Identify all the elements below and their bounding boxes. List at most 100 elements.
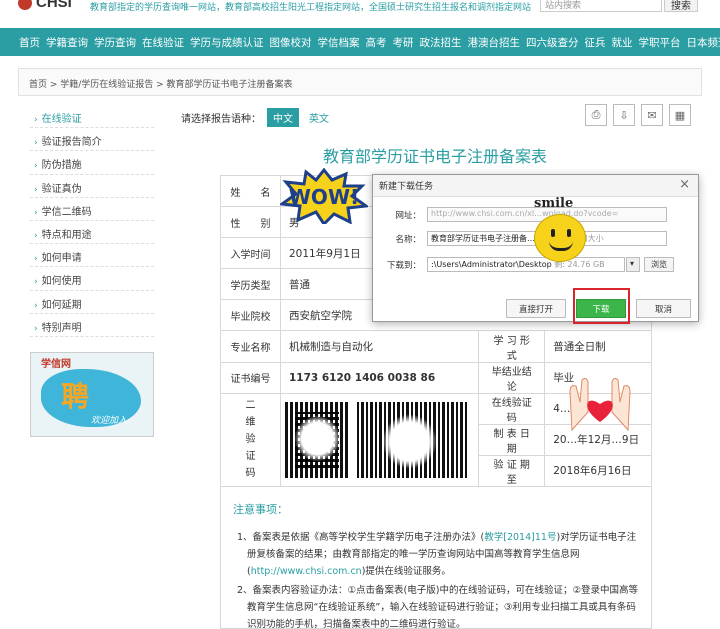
sidebar-item[interactable]: › 特点和用途	[30, 221, 154, 245]
nav-item[interactable]: 高考	[366, 35, 387, 50]
expire-label: 验 证 期 至	[478, 454, 546, 488]
open-button[interactable]: 直接打开	[506, 299, 566, 318]
cert-label: 证书编号	[220, 361, 281, 394]
chevron-right-icon: ›	[34, 254, 38, 265]
nav-item[interactable]: 考研	[393, 35, 414, 50]
dialog-url-row: 网址： http://www.chsi.com.cn/xl…wnload.do?…	[379, 207, 667, 222]
form-value: 普通全日制	[544, 330, 652, 363]
lang-zh-button[interactable]: 中文	[267, 108, 299, 127]
cancel-button[interactable]: 取消	[636, 299, 691, 318]
heart-icon	[587, 400, 613, 422]
sidebar-item-label: 防伪措施	[41, 160, 82, 172]
close-icon[interactable]: ×	[679, 177, 690, 192]
sidebar-item[interactable]: › 特别声明	[30, 314, 154, 337]
cert-value: 1173 6120 1406 0038 86	[279, 361, 480, 394]
nav-item[interactable]: 就业	[612, 35, 633, 50]
grad-label: 毕结业结论	[478, 361, 546, 394]
sidebar-item[interactable]: › 如何延期	[30, 291, 154, 314]
wow-text: WOW!	[289, 185, 359, 209]
notes-heading: 注意事项：	[233, 503, 288, 516]
sidebar-item-label: 在线验证	[41, 114, 82, 125]
dialog-dir-row: 下载到： :\Users\Administrator\Desktop 剩: 24…	[379, 257, 674, 272]
breadcrumb: 首页 > 学籍/学历在线验证报告 > 教育部学历证书电子注册备案表	[18, 68, 702, 96]
nav-item[interactable]: 政法招生	[420, 35, 462, 50]
sidebar-item[interactable]: › 学信二维码	[30, 198, 154, 221]
browse-button[interactable]: 浏览	[644, 257, 674, 272]
site-search-input[interactable]: 站内搜索	[540, 0, 662, 12]
download-icon[interactable]: ⇩	[613, 104, 635, 126]
nav-item[interactable]: 港澳台招生	[468, 35, 521, 50]
form-label: 学 习 形 式	[478, 330, 546, 363]
nav-item[interactable]: 学职平台	[639, 35, 681, 50]
enroll-label: 入学时间	[220, 237, 281, 270]
sidebar-item-label: 验证真伪	[41, 183, 82, 195]
nav-item[interactable]: 学籍查询	[46, 35, 88, 50]
sidebar-item[interactable]: › 验证报告简介	[30, 128, 154, 152]
dir-dropdown-icon[interactable]: ▾	[626, 257, 640, 272]
type-label: 学历类型	[220, 268, 281, 301]
filename-label: 名称：	[395, 234, 421, 245]
nav-item[interactable]: 学历查询	[94, 35, 136, 50]
nav-item[interactable]: 首页	[19, 35, 40, 50]
language-label: 请选择报告语种：	[181, 114, 261, 125]
qrcode-image[interactable]	[285, 401, 349, 478]
nav-item[interactable]: 学信档案	[318, 35, 360, 50]
expire-value: 2018年6月16日	[544, 454, 652, 488]
nav-item[interactable]: 日本频道	[687, 35, 720, 50]
smiley-right-eye	[567, 229, 571, 237]
chevron-right-icon: ›	[34, 277, 38, 288]
main-nav: 首页 学籍查询 学历查询 在线验证 学历与成绩认证 图像校对 学信档案 高考 考研 政法招生 港澳台…	[0, 28, 720, 56]
chevron-right-icon: ›	[34, 184, 38, 195]
sidebar-item[interactable]: › 验证真伪	[30, 175, 154, 198]
mail-icon[interactable]: ✉	[641, 104, 663, 126]
sidebar-item-label: 特别声明	[41, 322, 82, 334]
nav-item[interactable]: 征兵	[585, 35, 606, 50]
smile-text: smile	[534, 196, 574, 211]
sidebar-item[interactable]: › 如何申请	[30, 244, 154, 268]
dialog-title: 新建下载任务	[379, 182, 434, 192]
smiley-face-icon	[534, 214, 586, 262]
heart-hands-sticker	[569, 377, 631, 432]
site-search-button[interactable]: 搜索	[664, 0, 698, 12]
site-logo[interactable]: CHSI	[18, 0, 72, 11]
qr-label: 二 维 验 证 码	[220, 392, 281, 488]
dir-field[interactable]: :\Users\Administrator\Desktop 剩: 24.76 G…	[427, 257, 625, 272]
chevron-right-icon: ›	[34, 207, 38, 218]
sidebar-item-label: 验证报告简介	[41, 137, 102, 149]
note-1a: 1、备案表是依据《高等学校学生学籍学历电子注册办法》(	[237, 532, 485, 543]
recruit-banner[interactable]: 学信网 聘 欢迎加入	[30, 352, 154, 437]
logo-text: CHSI	[36, 0, 72, 11]
barcode-image	[357, 401, 467, 478]
note-1: 1、备案表是依据《高等学校学生学籍学历电子注册办法》(教学[2014]11号)对…	[237, 529, 639, 580]
nav-item[interactable]: 四六级查分	[526, 35, 579, 50]
nav-item[interactable]: 在线验证	[142, 35, 184, 50]
url-label: 网址：	[395, 210, 421, 221]
school-label: 毕业院校	[220, 299, 281, 332]
sidebar-item[interactable]: › 在线验证	[30, 105, 154, 129]
report-tools: ⎙ ⇩ ✉ ▦	[585, 104, 691, 126]
dir-label: 下载到：	[386, 260, 421, 271]
major-label: 专业名称	[220, 330, 281, 363]
dialog-name-row: 名称： 教育部学历证书电子注册备… PDF文档 未知大小	[379, 231, 667, 246]
nav-item[interactable]: 图像校对	[270, 35, 312, 50]
sidebar-item-label: 特点和用途	[41, 229, 92, 241]
made-label: 制 表 日 期	[478, 423, 546, 456]
verify-label: 在线验证码	[478, 392, 546, 425]
banner-headline: 聘	[61, 380, 90, 413]
sidebar-item[interactable]: › 防伪措施	[30, 151, 154, 175]
nav-item[interactable]: 学历与成绩认证	[190, 35, 264, 50]
note-1c: )提供在线验证服务。	[361, 566, 451, 577]
chevron-right-icon: ›	[34, 115, 38, 125]
print-icon[interactable]: ⎙	[585, 104, 607, 126]
name-label: 姓 名	[220, 174, 281, 208]
qrcode-icon[interactable]: ▦	[669, 104, 691, 126]
sidebar-item-label: 如何延期	[41, 299, 82, 311]
note-1-url[interactable]: http://www.chsi.com.cn	[251, 566, 362, 577]
chevron-right-icon: ›	[34, 138, 38, 149]
chevron-right-icon: ›	[34, 300, 38, 311]
sidebar-item-label: 学信二维码	[41, 206, 92, 218]
note-1-link[interactable]: 教学[2014]11号	[484, 532, 556, 543]
site-slogan: 教育部指定的学历查询唯一网站，教育部高校招生阳光工程指定网站，全国硕士研究生招生…	[90, 3, 532, 13]
sidebar-item[interactable]: › 如何使用	[30, 267, 154, 291]
lang-en-link[interactable]: 英文	[309, 110, 329, 125]
